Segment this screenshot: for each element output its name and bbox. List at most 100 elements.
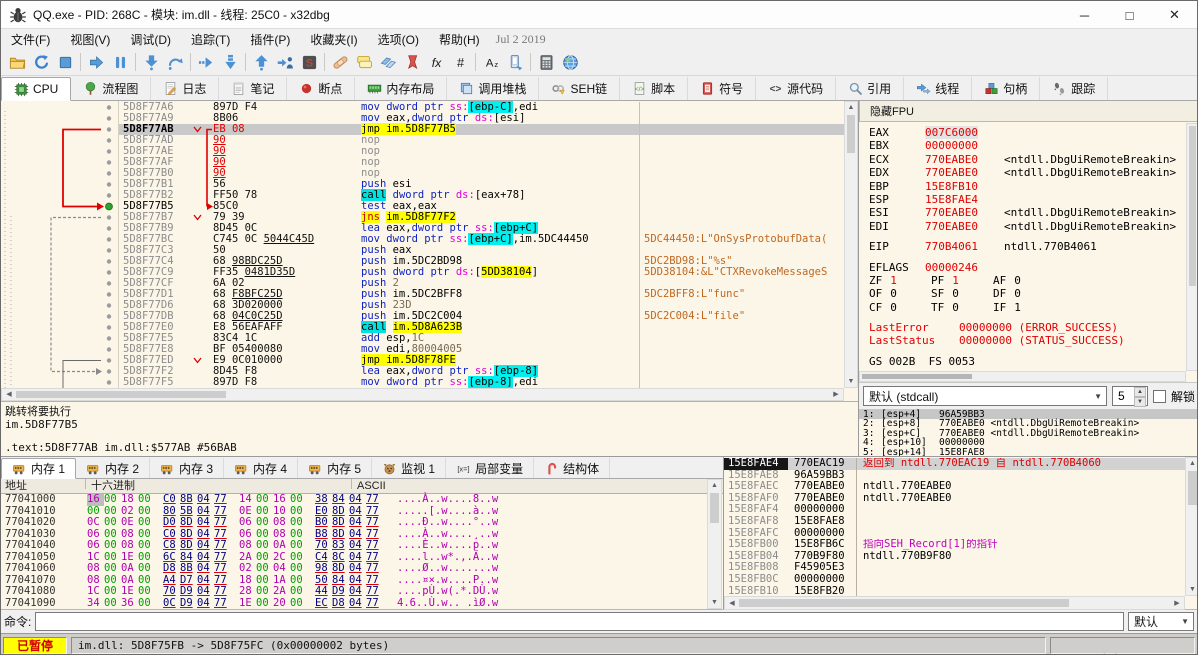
pause-button[interactable] (108, 51, 132, 74)
memory-vertical-scrollbar[interactable]: ▲ ▼ (707, 479, 722, 609)
memory-byte[interactable]: D0 (163, 516, 180, 529)
memory-byte[interactable]: 8B (180, 493, 197, 506)
fx-button[interactable]: fx (424, 51, 448, 74)
label-button[interactable] (376, 51, 400, 74)
memory-byte[interactable]: 70 (315, 539, 332, 552)
memory-byte[interactable]: 00 (104, 493, 121, 506)
memory-byte[interactable]: 77 (366, 597, 383, 610)
menu-文件F[interactable]: 文件(F) (1, 29, 60, 50)
command-profile-select[interactable]: 默认 ▼ (1128, 612, 1194, 631)
execute-till-return-button[interactable] (218, 51, 242, 74)
memory-byte[interactable]: 8B (180, 562, 197, 575)
memory-byte[interactable]: 77 (366, 562, 383, 575)
memory-byte[interactable]: 77 (214, 493, 231, 506)
memory-byte[interactable]: 77 (214, 562, 231, 575)
memory-byte[interactable]: 04 (197, 493, 214, 506)
memory-byte[interactable]: 77 (214, 597, 231, 610)
menu-收藏夹I[interactable]: 收藏夹(I) (300, 29, 367, 50)
tab-流程图[interactable]: 流程图 (71, 77, 152, 100)
menu-选项O[interactable]: 选项(O) (368, 29, 429, 50)
memory-row-77041020[interactable]: 77041020 0C 00 0E 00 D0 8D 04 77 06 00 08 00 B0 8D 04 77… (1, 516, 707, 529)
memory-byte[interactable]: 00 (104, 585, 121, 598)
memory-byte[interactable]: 83 (332, 539, 349, 552)
memory-dump-pane[interactable]: 内存 1 内存 2 内存 3 内存 4 内存 5 监视 1 [x=] 局部变量 结构体 地址 十… (1, 457, 723, 610)
tab-内存 4[interactable]: 内存 4 (224, 458, 299, 478)
register-ESP[interactable]: ESP 15E8FAE4 (869, 193, 1186, 206)
argument-count-stepper[interactable]: 5 ▲ ▼ (1111, 386, 1148, 407)
tab-结构体[interactable]: 结构体 (534, 458, 611, 478)
memory-byte[interactable]: 04 (349, 585, 366, 598)
memory-byte[interactable]: 04 (197, 516, 214, 529)
comment-button[interactable] (352, 51, 376, 74)
register-ECX[interactable]: ECX 770EABE0 <ntdll.DbgUiRemoteBreakin> (869, 153, 1186, 166)
memory-byte[interactable]: 08 (273, 516, 290, 529)
memory-byte[interactable]: 1E (239, 597, 256, 610)
step-out-button[interactable] (249, 51, 273, 74)
memory-byte[interactable]: 16 (273, 493, 290, 506)
memory-byte[interactable]: 0C (87, 516, 104, 529)
memory-byte[interactable]: 00 (256, 585, 273, 598)
tab-符号[interactable]: 符号 (688, 77, 757, 100)
memory-byte[interactable]: 1C (87, 585, 104, 598)
memory-byte[interactable]: 00 (256, 493, 273, 506)
flags-row[interactable]: OF 0 SF 0 DF 0 (869, 287, 1186, 300)
memory-byte[interactable]: D8 (163, 562, 180, 575)
memory-byte[interactable]: 00 (138, 562, 155, 575)
memory-byte[interactable]: 8D (332, 562, 349, 575)
memory-byte[interactable]: 00 (138, 539, 155, 552)
register-list[interactable]: EAX 007C6000 EBX 00000000 ECX 770EABE0 <ntdll.… (859, 123, 1186, 371)
memory-byte[interactable]: 00 (290, 516, 307, 529)
az-button[interactable]: Az (479, 51, 503, 74)
register-EBP[interactable]: EBP 15E8FB10 (869, 180, 1186, 193)
memory-byte[interactable]: 44 (315, 585, 332, 598)
menu-帮助H[interactable]: 帮助(H) (429, 29, 490, 50)
flag-OF[interactable]: OF 0 (869, 287, 931, 300)
memory-byte[interactable]: 0C (163, 597, 180, 610)
calculator-button[interactable] (534, 51, 558, 74)
memory-byte[interactable]: 00 (104, 597, 121, 610)
memory-byte[interactable]: 00 (290, 585, 307, 598)
call-arguments-list[interactable]: 1: [esp+4] 96A59BB3 2: [esp+8] 770EABE0 <ntdl… (859, 409, 1197, 457)
memory-byte[interactable]: 8D (180, 539, 197, 552)
flags-row[interactable]: ZF 1 PF 1 AF 0 (869, 274, 1186, 287)
calling-convention-select[interactable]: 默认 (stdcall) ▼ (863, 386, 1107, 406)
flag-PF[interactable]: PF 1 (931, 274, 993, 287)
register-LastError[interactable]: LastError 00000000 (ERROR_SUCCESS) (869, 321, 1186, 334)
memory-byte[interactable]: 28 (239, 585, 256, 598)
memory-byte[interactable]: 06 (239, 516, 256, 529)
memory-byte[interactable]: 8D (332, 516, 349, 529)
register-EBX[interactable]: EBX 00000000 (869, 139, 1186, 152)
flag-AF[interactable]: AF 0 (993, 274, 1055, 287)
flag-TF[interactable]: TF 0 (931, 301, 993, 314)
tab-内存 1[interactable]: 内存 1 (1, 458, 77, 479)
memory-byte[interactable]: 00 (256, 516, 273, 529)
memory-byte[interactable]: 00 (138, 516, 155, 529)
memory-byte[interactable]: D9 (180, 585, 197, 598)
memory-byte[interactable]: D8 (332, 597, 349, 610)
memory-byte[interactable]: D9 (332, 585, 349, 598)
tab-内存 5[interactable]: 内存 5 (298, 458, 373, 478)
maximize-button[interactable]: □ (1107, 1, 1152, 29)
run-to-user-code-button[interactable] (273, 51, 297, 74)
memory-byte[interactable]: 34 (87, 597, 104, 610)
menu-追踪T[interactable]: 追踪(T) (181, 29, 240, 50)
tab-日志[interactable]: 日志 (151, 77, 220, 100)
memory-byte[interactable]: 04 (197, 585, 214, 598)
tab-跟踪[interactable]: 跟踪 (1040, 77, 1109, 100)
register-ESI[interactable]: ESI 770EABE0 <ntdll.DbgUiRemoteBreakin> (869, 206, 1186, 219)
memory-byte[interactable]: 00 (138, 585, 155, 598)
memory-byte[interactable]: 84 (332, 493, 349, 506)
hide-fpu-button[interactable]: 隐藏FPU (859, 101, 1197, 122)
memory-byte[interactable]: 00 (138, 597, 155, 610)
flag-SF[interactable]: SF 0 (931, 287, 993, 300)
memory-byte[interactable]: 98 (315, 562, 332, 575)
restart-button[interactable] (29, 51, 53, 74)
memory-byte[interactable]: 00 (104, 539, 121, 552)
memory-byte[interactable]: 04 (349, 562, 366, 575)
stack-row-15E8FB00[interactable]: 15E8FB00 15E8FB6C 指向SEH_Record[1]的指针 (724, 539, 1185, 551)
stepper-buttons[interactable]: ▲ ▼ (1133, 387, 1146, 407)
memory-byte[interactable]: 04 (197, 562, 214, 575)
memory-byte[interactable]: 0A (121, 562, 138, 575)
disasm-vertical-scrollbar[interactable]: ▲ ▼ (844, 101, 858, 388)
memory-byte[interactable]: 02 (239, 562, 256, 575)
